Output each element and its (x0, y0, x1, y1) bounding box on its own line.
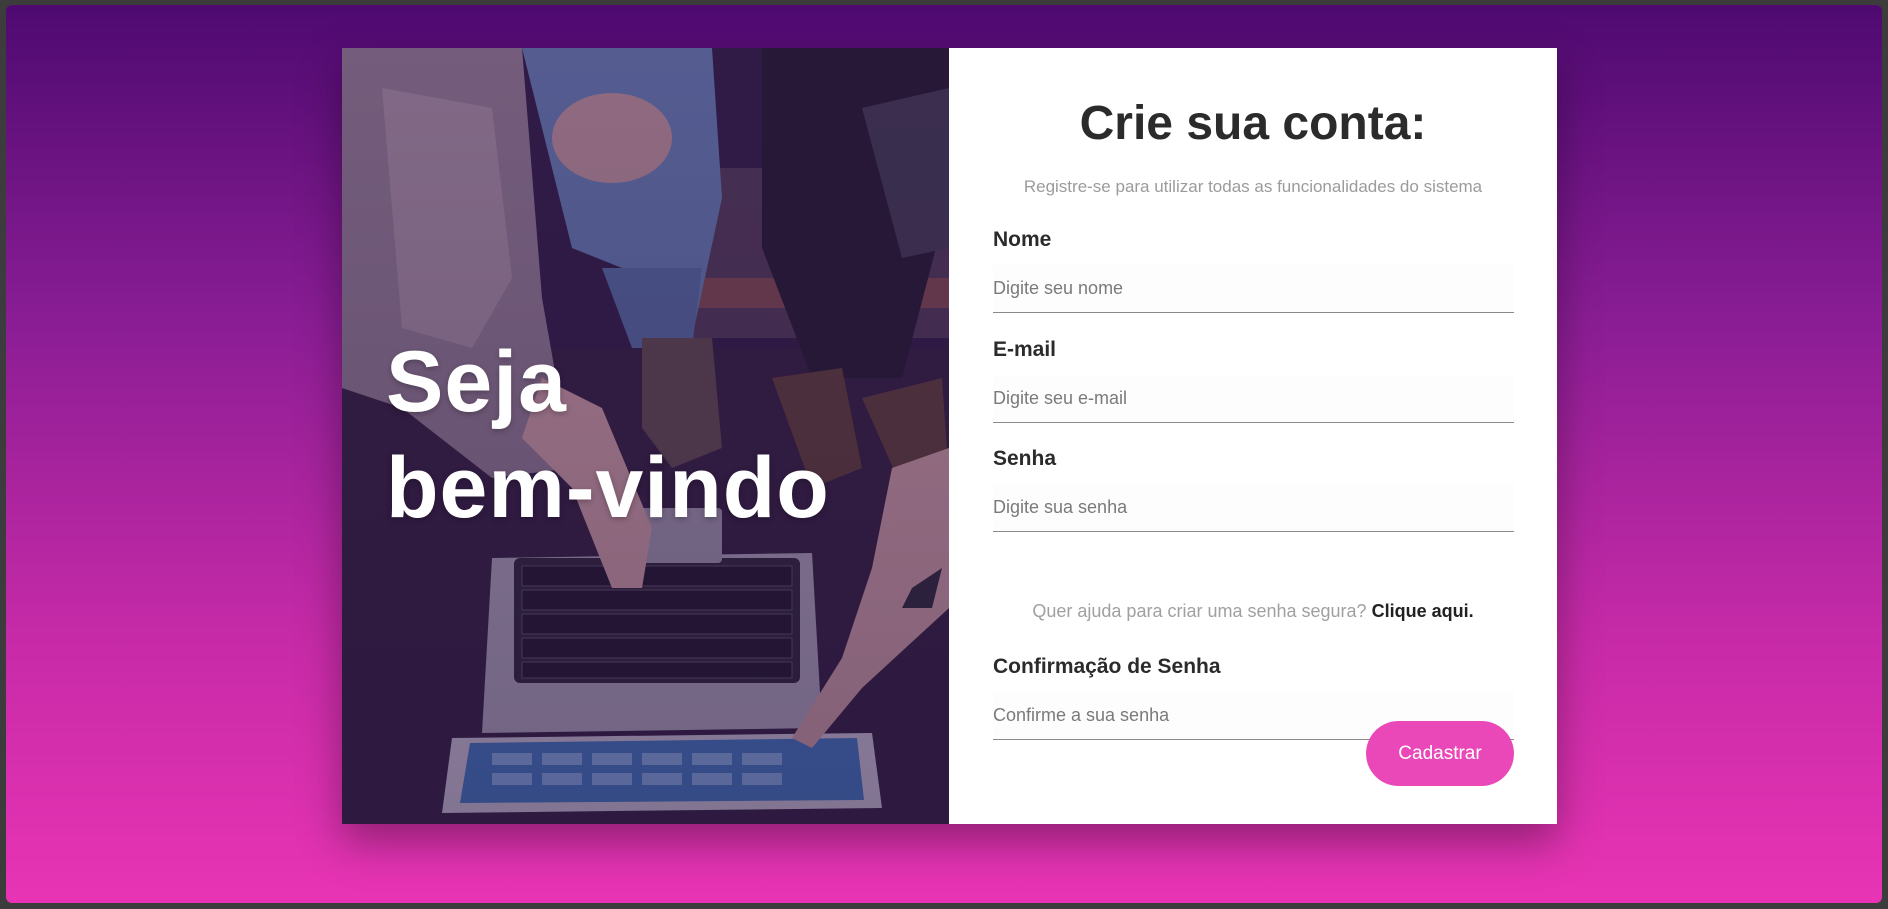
welcome-heading-line1: Seja (386, 334, 567, 430)
welcome-heading-line2: bem-vindo (386, 440, 830, 536)
password-label: Senha (993, 447, 1057, 470)
password-help-link[interactable]: Clique aqui. (1372, 601, 1474, 621)
signup-form: Crie sua conta: Registre-se para utiliza… (949, 48, 1557, 824)
email-label: E-mail (993, 338, 1057, 361)
name-input[interactable] (993, 265, 1514, 313)
page-background: Seja bem-vindo Crie sua conta: Registre-… (6, 5, 1882, 903)
confirm-password-label: Confirmação de Senha (993, 655, 1221, 678)
password-help: Quer ajuda para criar uma senha segura? … (949, 601, 1557, 622)
email-input[interactable] (993, 375, 1514, 423)
hero-image-panel: Seja bem-vindo (342, 48, 949, 824)
welcome-heading: Seja bem-vindo (386, 329, 926, 541)
password-input[interactable] (993, 484, 1514, 532)
register-button[interactable]: Cadastrar (1366, 721, 1514, 786)
signup-card: Seja bem-vindo Crie sua conta: Registre-… (342, 48, 1557, 824)
password-help-text: Quer ajuda para criar uma senha segura? (1032, 601, 1367, 621)
form-title: Crie sua conta: (1079, 97, 1427, 150)
form-subtitle: Registre-se para utilizar todas as funci… (1023, 177, 1483, 196)
name-label: Nome (993, 228, 1052, 251)
